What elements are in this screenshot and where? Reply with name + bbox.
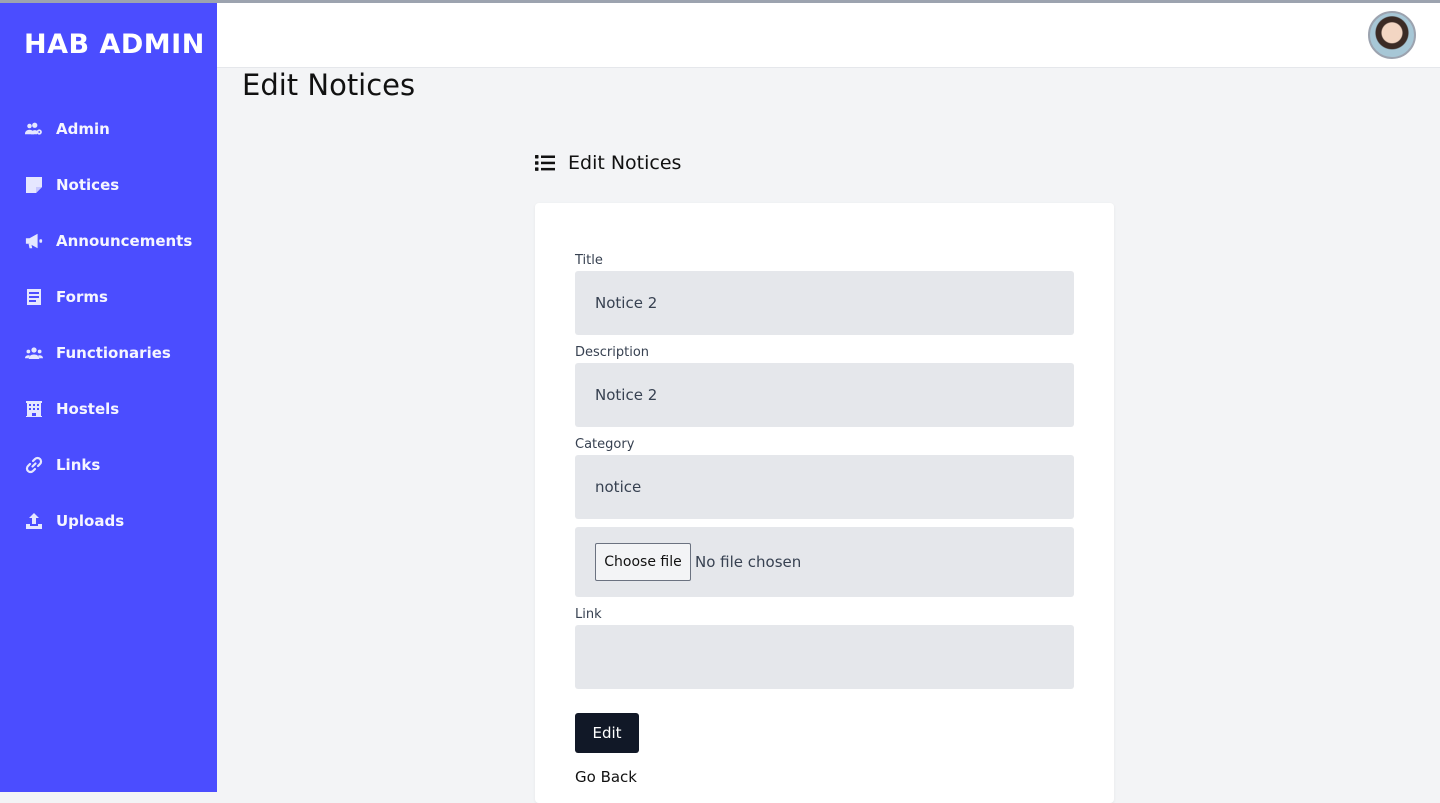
- title-input[interactable]: [575, 271, 1074, 335]
- link-icon: [24, 456, 44, 474]
- sidebar-item-uploads[interactable]: Uploads: [0, 493, 217, 549]
- building-icon: [24, 400, 44, 418]
- sidebar-item-label: Uploads: [56, 512, 125, 530]
- megaphone-icon: [24, 232, 44, 250]
- brand-title: HAB ADMIN: [24, 29, 205, 60]
- sidebar-item-label: Notices: [56, 176, 120, 194]
- sidebar-item-notices[interactable]: Notices: [0, 157, 217, 213]
- file-status: No file chosen: [695, 553, 802, 571]
- category-input[interactable]: [575, 455, 1074, 519]
- section-heading: Edit Notices: [535, 152, 681, 174]
- title-label: Title: [575, 253, 603, 268]
- edit-button[interactable]: Edit: [575, 713, 639, 753]
- sidebar-item-functionaries[interactable]: Functionaries: [0, 325, 217, 381]
- section-title: Edit Notices: [568, 152, 682, 174]
- category-label: Category: [575, 437, 635, 452]
- users-cog-icon: [24, 120, 44, 138]
- description-input[interactable]: [575, 363, 1074, 427]
- sidebar: HAB ADMIN Admin Notices Announcements Fo…: [0, 3, 217, 792]
- sidebar-item-label: Announcements: [56, 232, 193, 250]
- form-icon: [24, 288, 44, 306]
- sidebar-item-label: Links: [56, 456, 101, 474]
- page-title: Edit Notices: [242, 68, 416, 102]
- users-icon: [24, 344, 44, 362]
- file-upload-field: Choose file No file chosen: [575, 527, 1074, 597]
- top-header: [217, 3, 1440, 68]
- user-avatar[interactable]: [1368, 11, 1416, 59]
- link-label: Link: [575, 607, 602, 622]
- sidebar-item-hostels[interactable]: Hostels: [0, 381, 217, 437]
- sidebar-item-label: Hostels: [56, 400, 120, 418]
- sticky-note-icon: [24, 176, 44, 194]
- sidebar-item-label: Functionaries: [56, 344, 171, 362]
- sidebar-nav: Admin Notices Announcements Forms Functi…: [0, 101, 217, 549]
- list-icon: [535, 153, 555, 173]
- link-input[interactable]: [575, 625, 1074, 689]
- sidebar-item-links[interactable]: Links: [0, 437, 217, 493]
- sidebar-item-admin[interactable]: Admin: [0, 101, 217, 157]
- sidebar-item-announcements[interactable]: Announcements: [0, 213, 217, 269]
- sidebar-item-label: Forms: [56, 288, 108, 306]
- description-label: Description: [575, 345, 650, 360]
- go-back-link[interactable]: Go Back: [575, 768, 637, 786]
- upload-icon: [24, 512, 44, 530]
- sidebar-item-label: Admin: [56, 120, 110, 138]
- choose-file-button[interactable]: Choose file: [595, 543, 691, 581]
- sidebar-item-forms[interactable]: Forms: [0, 269, 217, 325]
- edit-notice-form: Title Description Category Choose file N…: [535, 203, 1114, 803]
